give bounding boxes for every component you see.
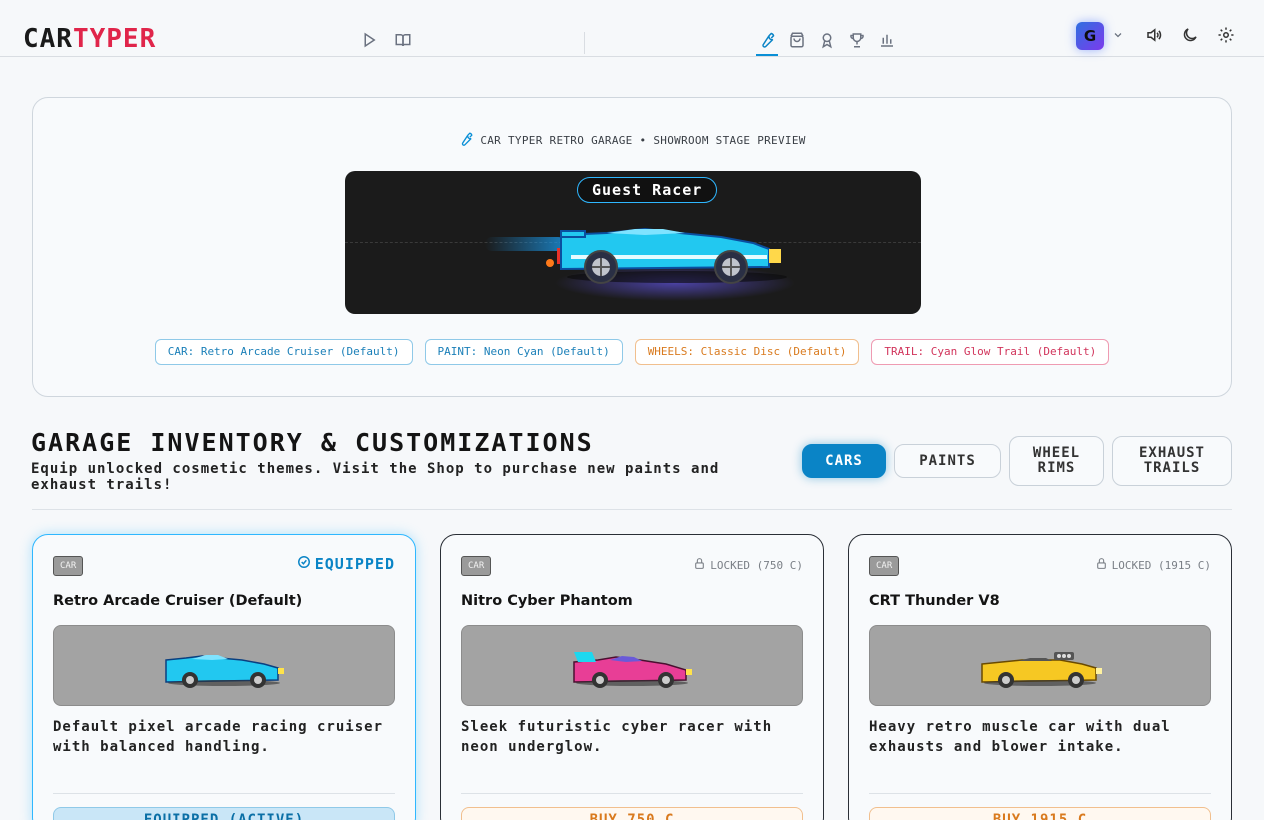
app-logo[interactable]: CARTYPER [23, 26, 156, 52]
header-divider [584, 32, 585, 54]
showroom-title-text: CAR TYPER RETRO GARAGE • SHOWROOM STAGE … [480, 134, 806, 147]
logo-car: CAR [23, 24, 73, 54]
nav-active-indicator [756, 54, 778, 56]
avatar-letter: G [1083, 27, 1097, 45]
car-sprite [981, 652, 1102, 688]
car-card-2: CAR LOCKED (1915 C) CRT Thunder V8 Heavy… [848, 534, 1232, 820]
card-name: Retro Arcade Cruiser (Default) [53, 593, 303, 609]
award-icon[interactable] [818, 31, 836, 49]
card-type-badge: CAR [461, 556, 492, 576]
card-status-text: LOCKED (1915 C) [1111, 558, 1211, 572]
lock-icon [1095, 557, 1108, 573]
card-name: Nitro Cyber Phantom [461, 593, 633, 609]
gear-icon[interactable] [1217, 26, 1235, 44]
bag-icon[interactable] [788, 31, 806, 49]
card-description: Heavy retro muscle car with dual exhaust… [869, 719, 1171, 755]
card-status: EQUIPPED [297, 555, 395, 573]
logo-typer: TYPER [72, 24, 157, 54]
card-status: LOCKED (750 C) [693, 557, 803, 573]
trophy-icon[interactable] [848, 31, 866, 49]
loadout-chips: CAR: Retro Arcade Cruiser (Default) PAIN… [33, 339, 1231, 365]
inventory-title: GARAGE INVENTORY & CUSTOMIZATIONS [31, 428, 594, 457]
car-preview [53, 625, 395, 706]
showroom-panel: CAR TYPER RETRO GARAGE • SHOWROOM STAGE … [32, 97, 1232, 397]
chip-wheels: WHEELS: Classic Disc (Default) [634, 339, 860, 365]
card-divider [53, 793, 395, 794]
card-status-text: EQUIPPED [314, 555, 395, 573]
chip-car: CAR: Retro Arcade Cruiser (Default) [154, 339, 413, 365]
card-type-badge: CAR [53, 556, 84, 576]
avatar[interactable]: G [1076, 22, 1104, 50]
check-circle-icon [297, 555, 311, 573]
wrench-icon [458, 131, 474, 150]
showroom-car [485, 227, 795, 301]
card-status-text: LOCKED (750 C) [710, 558, 803, 572]
tab-wheel-rims[interactable]: WHEEL RIMS [1009, 436, 1104, 486]
card-divider [869, 793, 1211, 794]
inventory-subtitle: Equip unlocked cosmetic themes. Visit th… [31, 461, 720, 493]
card-description: Default pixel arcade racing cruiser with… [53, 719, 384, 755]
moon-icon[interactable] [1181, 26, 1199, 44]
buy-button[interactable]: BUY 750 C [461, 807, 803, 820]
chevron-down-icon[interactable] [1112, 29, 1124, 41]
card-description: Sleek futuristic cyber racer with neon u… [461, 719, 773, 755]
top-bar: CARTYPER G [0, 0, 1264, 57]
car-preview [869, 625, 1211, 706]
tab-paints[interactable]: PAINTS [894, 444, 1001, 478]
card-status: LOCKED (1915 C) [1095, 557, 1211, 573]
car-card-1: CAR LOCKED (750 C) Nitro Cyber Phantom S… [440, 534, 824, 820]
car-card-0: CAR EQUIPPED Retro Arcade Cruiser (Defau… [32, 534, 416, 820]
play-icon[interactable] [360, 31, 378, 49]
tab-exhaust-trails[interactable]: EXHAUST TRAILS [1112, 436, 1232, 486]
chart-icon[interactable] [878, 31, 896, 49]
tab-cars[interactable]: CARS [802, 444, 886, 478]
volume-icon[interactable] [1145, 26, 1163, 44]
car-sprite [165, 655, 284, 688]
lock-icon [693, 557, 706, 573]
showroom-stage: Guest Racer [345, 171, 921, 314]
car-preview [461, 625, 803, 706]
section-divider [32, 509, 1232, 510]
wrench-icon[interactable] [758, 31, 776, 49]
chip-paint: PAINT: Neon Cyan (Default) [424, 339, 623, 365]
chip-trail: TRAIL: Cyan Glow Trail (Default) [871, 339, 1110, 365]
card-type-badge: CAR [869, 556, 900, 576]
card-name: CRT Thunder V8 [869, 593, 1000, 609]
card-divider [461, 793, 803, 794]
buy-button[interactable]: BUY 1915 C [869, 807, 1211, 820]
book-icon[interactable] [394, 31, 412, 49]
showroom-title: CAR TYPER RETRO GARAGE • SHOWROOM STAGE … [33, 131, 1231, 150]
equipped-button[interactable]: EQUIPPED (ACTIVE) [53, 807, 395, 820]
car-sprite [573, 652, 692, 688]
